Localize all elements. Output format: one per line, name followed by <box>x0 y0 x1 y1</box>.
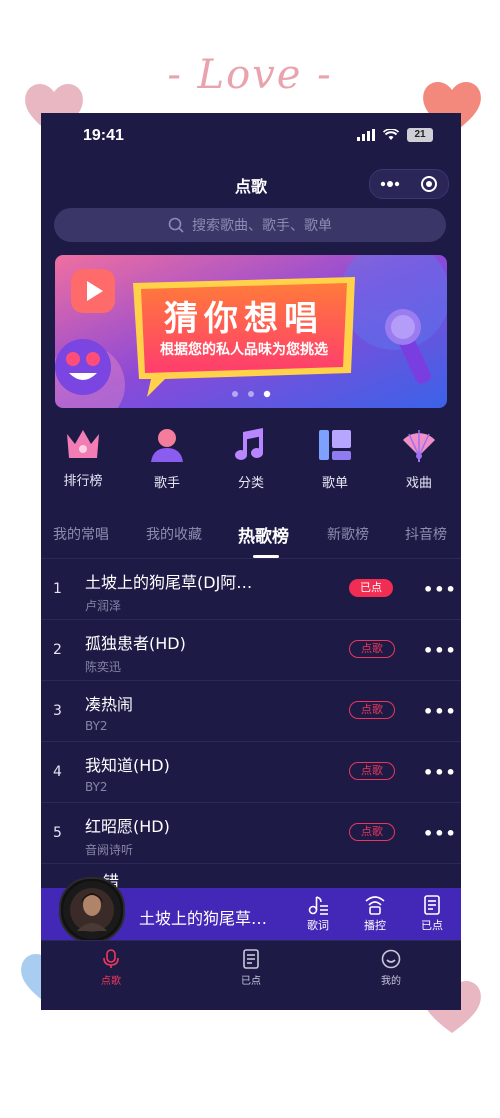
request-song-button[interactable]: 点歌 <box>349 762 395 780</box>
microphone-icon <box>103 949 119 968</box>
song-rank: 2 <box>53 642 62 658</box>
fan-icon <box>403 430 435 462</box>
song-row[interactable]: 3 凑热闹 BY2 点歌 ••• <box>41 680 461 742</box>
search-placeholder: 搜索歌曲、歌手、歌单 <box>192 218 332 234</box>
song-artist: 卢润泽 <box>85 599 122 613</box>
album-cover-disc[interactable] <box>59 877 125 943</box>
request-song-button[interactable]: 点歌 <box>349 823 395 841</box>
tabbar-item-mine[interactable]: 我的 <box>361 949 421 987</box>
tabbar-label: 我的 <box>381 976 401 987</box>
list-icon <box>243 949 259 969</box>
banner-subtitle: 根据您的私人品味为您挑选 <box>160 342 328 358</box>
category-label: 分类 <box>237 476 264 491</box>
banner-title: 猜你想唱 <box>164 299 324 339</box>
category-opera[interactable]: 戏曲 <box>377 428 461 498</box>
song-title: 孤独患者(HD) <box>85 634 186 653</box>
more-menu-icon[interactable] <box>380 181 400 187</box>
song-title: 凑热闹 <box>85 695 134 714</box>
play-control-icon <box>365 896 385 915</box>
lyrics-button[interactable]: 歌词 <box>298 895 338 933</box>
crown-icon <box>67 430 99 458</box>
category-label: 排行榜 <box>63 474 103 489</box>
playlist-icon <box>319 430 351 460</box>
song-artist: BY2 <box>85 780 108 794</box>
song-title: 红昭愿(HD) <box>85 817 170 836</box>
song-artist: 陈奕迅 <box>85 660 122 674</box>
status-icons: 21 <box>357 128 433 142</box>
song-row[interactable]: 2 孤独患者(HD) 陈奕迅 点歌 ••• <box>41 619 461 681</box>
tab-douyin-chart[interactable]: 抖音榜 <box>405 524 447 544</box>
search-icon <box>168 217 184 233</box>
category-playlist[interactable]: 歌单 <box>293 428 377 498</box>
song-row[interactable]: 5 红昭愿(HD) 音阙诗听 点歌 ••• <box>41 802 461 864</box>
lyrics-label: 歌词 <box>307 919 329 932</box>
tab-hot-songs[interactable]: 热歌榜 <box>238 522 289 547</box>
mini-program-capsule <box>369 169 449 199</box>
more-options-icon[interactable]: ••• <box>423 641 457 660</box>
more-options-icon[interactable]: ••• <box>423 763 457 782</box>
battery-icon: 21 <box>407 128 433 142</box>
banner-carousel[interactable]: 猜你想唱 根据您的私人品味为您挑选 <box>55 255 447 408</box>
close-target-icon[interactable] <box>420 175 438 193</box>
status-time: 19:41 <box>83 127 124 144</box>
status-bar: 19:41 21 <box>41 113 461 157</box>
song-title: 我知道(HD) <box>85 756 170 775</box>
lyrics-icon <box>308 896 328 915</box>
song-row[interactable]: 4 我知道(HD) BY2 点歌 ••• <box>41 741 461 803</box>
more-options-icon[interactable]: ••• <box>423 580 457 599</box>
singer-icon <box>151 429 183 462</box>
tab-my-frequent[interactable]: 我的常唱 <box>53 524 109 544</box>
category-label: 歌手 <box>153 476 180 491</box>
song-rank: 1 <box>53 581 62 597</box>
phone-screen: 19:41 21 点歌 搜索歌曲、歌手、歌单 猜你想唱 根据您的私人品味为您挑选… <box>41 113 461 1010</box>
more-options-icon[interactable]: ••• <box>423 824 457 843</box>
smile-icon <box>381 949 401 969</box>
search-input[interactable]: 搜索歌曲、歌手、歌单 <box>54 208 446 242</box>
tabbar-item-requested[interactable]: 已点 <box>221 949 281 987</box>
song-rank: 4 <box>53 764 62 780</box>
request-song-button[interactable]: 点歌 <box>349 640 395 658</box>
category-label: 戏曲 <box>405 476 432 491</box>
requested-queue-button[interactable]: 已点 <box>412 895 452 933</box>
song-artist: BY2 <box>85 719 108 733</box>
play-control-button[interactable]: 播控 <box>355 895 395 933</box>
requested-badge[interactable]: 已点 <box>349 579 393 597</box>
navigation-bar: 点歌 <box>41 165 461 201</box>
cellular-signal-icon <box>357 129 375 141</box>
more-options-icon[interactable]: ••• <box>423 702 457 721</box>
tabbar-label: 点歌 <box>101 976 121 987</box>
category-singer[interactable]: 歌手 <box>125 428 209 498</box>
category-genre[interactable]: 分类 <box>209 428 293 498</box>
request-song-button[interactable]: 点歌 <box>349 701 395 719</box>
tab-my-favorites[interactable]: 我的收藏 <box>146 524 202 544</box>
bottom-tab-bar: 点歌 已点 我的 <box>41 940 461 1010</box>
queue-icon <box>424 895 440 915</box>
play-control-label: 播控 <box>364 919 386 932</box>
wifi-icon <box>383 129 399 140</box>
category-ranking[interactable]: 排行榜 <box>41 428 125 498</box>
tab-new-songs[interactable]: 新歌榜 <box>327 524 369 544</box>
tabbar-label: 已点 <box>241 976 261 987</box>
category-label: 歌单 <box>321 476 348 491</box>
song-title: 土坡上的狗尾草(DJ阿… <box>85 573 253 592</box>
now-playing-title[interactable]: 土坡上的狗尾草… <box>139 905 267 929</box>
chart-tabs: 我的常唱 我的收藏 热歌榜 新歌榜 抖音榜 <box>41 518 461 558</box>
song-rank: 5 <box>53 825 62 841</box>
album-art <box>63 881 121 939</box>
song-artist: 音阙诗听 <box>85 843 134 857</box>
queue-label: 已点 <box>421 919 443 932</box>
category-grid: 排行榜 歌手 分类 歌单 戏曲 <box>41 428 461 498</box>
music-note-icon <box>235 428 263 460</box>
song-rank: 3 <box>53 703 62 719</box>
song-row[interactable]: 1 土坡上的狗尾草(DJ阿… 卢润泽 已点 ••• <box>41 558 461 620</box>
tabbar-item-song-request[interactable]: 点歌 <box>81 949 141 987</box>
